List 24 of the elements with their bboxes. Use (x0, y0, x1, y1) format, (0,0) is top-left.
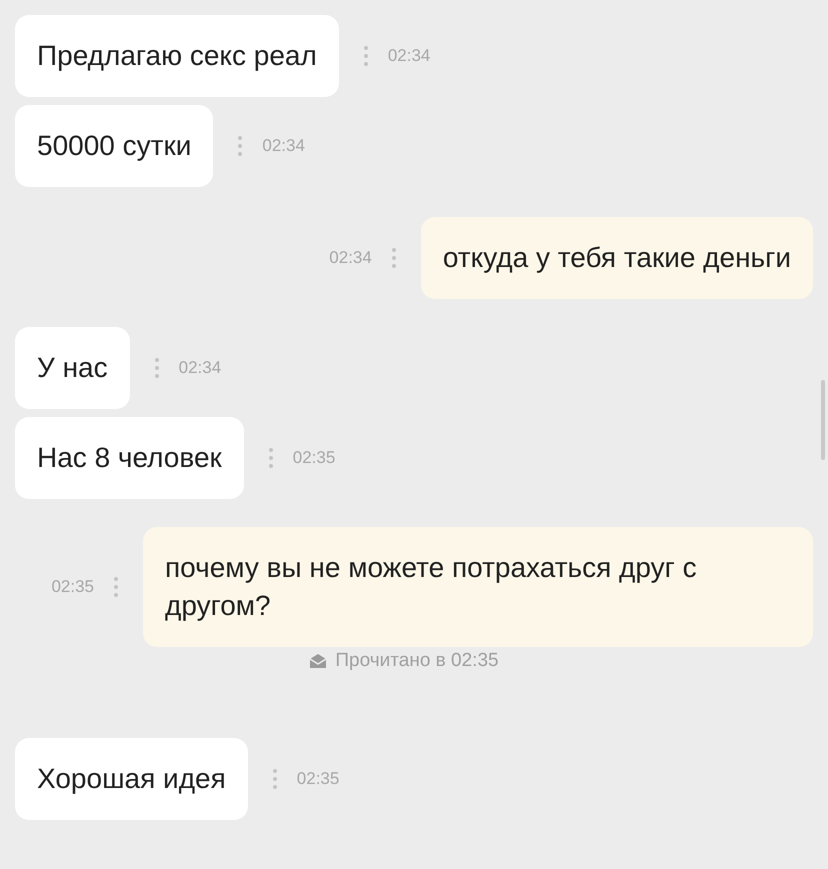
message-bubble: У нас (15, 327, 130, 409)
message-time: 02:34 (329, 247, 372, 270)
scrollbar[interactable] (821, 380, 825, 460)
more-options-icon[interactable] (154, 356, 159, 380)
message-time: 02:34 (178, 357, 222, 380)
message-bubble: Хорошая идея (15, 738, 248, 820)
message-time: 02:35 (51, 576, 94, 598)
message-bubble: откуда у тебя такие деньги (420, 217, 813, 299)
more-options-icon[interactable] (238, 134, 242, 158)
message-bubble: Предлагаю секс реал (15, 15, 339, 97)
more-options-icon[interactable] (114, 575, 118, 599)
message-time: 02:35 (296, 768, 340, 790)
more-options-icon[interactable] (268, 446, 273, 470)
message-bubble: почему вы не можете потрахаться друг с другом? (143, 527, 813, 647)
message-bubble: 50000 сутки (15, 105, 214, 187)
message-bubble: Нас 8 человек (15, 417, 244, 499)
read-receipt: Прочитано в 02:35 (335, 649, 499, 673)
message-time: 02:35 (292, 447, 336, 470)
more-options-icon[interactable] (392, 246, 396, 270)
envelope-icon (309, 653, 328, 670)
more-options-icon[interactable] (272, 766, 277, 790)
message-time: 02:34 (262, 135, 305, 158)
more-options-icon[interactable] (364, 44, 368, 68)
message-time: 02:34 (388, 45, 430, 68)
